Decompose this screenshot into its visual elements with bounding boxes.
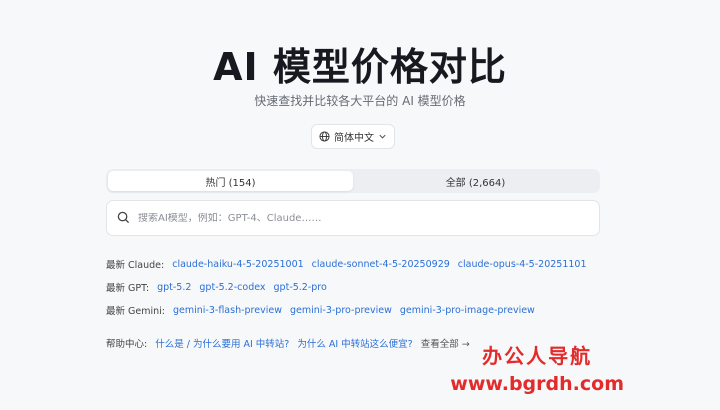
chevron-down-icon — [378, 132, 387, 141]
language-select-value: 简体中文 — [334, 133, 374, 144]
search-icon — [117, 209, 130, 228]
latest-gpt-link[interactable]: gpt-5.2-pro — [274, 282, 327, 293]
help-center-row: 帮助中心: 什么是 / 为什么要用 AI 中转站? 为什么 AI 中转站这么便宜… — [106, 336, 470, 350]
page-title: AI 模型价格对比 — [213, 45, 507, 89]
latest-gpt-label: 最新 GPT: — [106, 283, 150, 294]
page-subtitle: 快速查找并比较各大平台的 AI 模型价格 — [254, 94, 466, 108]
search-box — [106, 200, 600, 236]
help-center-label: 帮助中心: — [106, 339, 148, 350]
search-input[interactable] — [138, 212, 599, 224]
model-tabs: 热门 (154) 全部 (2,664) — [106, 169, 600, 193]
language-select[interactable]: 简体中文 — [311, 124, 395, 149]
latest-gpt-row: 最新 GPT: gpt-5.2 gpt-5.2-codex gpt-5.2-pr… — [106, 280, 327, 295]
latest-gpt-link[interactable]: gpt-5.2 — [157, 282, 191, 293]
page: AI 模型价格对比 快速查找并比较各大平台的 AI 模型价格 简体中文 热门 (… — [0, 0, 720, 410]
tab-popular[interactable]: 热门 (154) — [108, 171, 353, 191]
watermark-line2: www.bgrdh.com — [450, 373, 624, 395]
tab-all[interactable]: 全部 (2,664) — [353, 171, 598, 191]
latest-claude-row: 最新 Claude: claude-haiku-4-5-20251001 cla… — [106, 257, 587, 272]
help-link[interactable]: 为什么 AI 中转站这么便宜? — [297, 336, 412, 350]
latest-claude-link[interactable]: claude-opus-4-5-20251101 — [458, 259, 587, 270]
latest-claude-label: 最新 Claude: — [106, 260, 165, 271]
globe-icon — [319, 131, 330, 142]
watermark-line1: 办公人导航 — [482, 344, 593, 368]
latest-gpt-link[interactable]: gpt-5.2-codex — [199, 282, 265, 293]
latest-gemini-link[interactable]: gemini-3-pro-preview — [290, 305, 392, 316]
watermark: 办公人导航 www.bgrdh.com — [450, 340, 624, 395]
help-link[interactable]: 什么是 / 为什么要用 AI 中转站? — [155, 336, 289, 350]
latest-claude-link[interactable]: claude-haiku-4-5-20251001 — [172, 259, 303, 270]
latest-gemini-label: 最新 Gemini: — [106, 306, 165, 317]
latest-gemini-link[interactable]: gemini-3-flash-preview — [173, 305, 282, 316]
latest-gemini-row: 最新 Gemini: gemini-3-flash-preview gemini… — [106, 303, 535, 318]
latest-gemini-link[interactable]: gemini-3-pro-image-preview — [400, 305, 535, 316]
latest-claude-link[interactable]: claude-sonnet-4-5-20250929 — [312, 259, 450, 270]
